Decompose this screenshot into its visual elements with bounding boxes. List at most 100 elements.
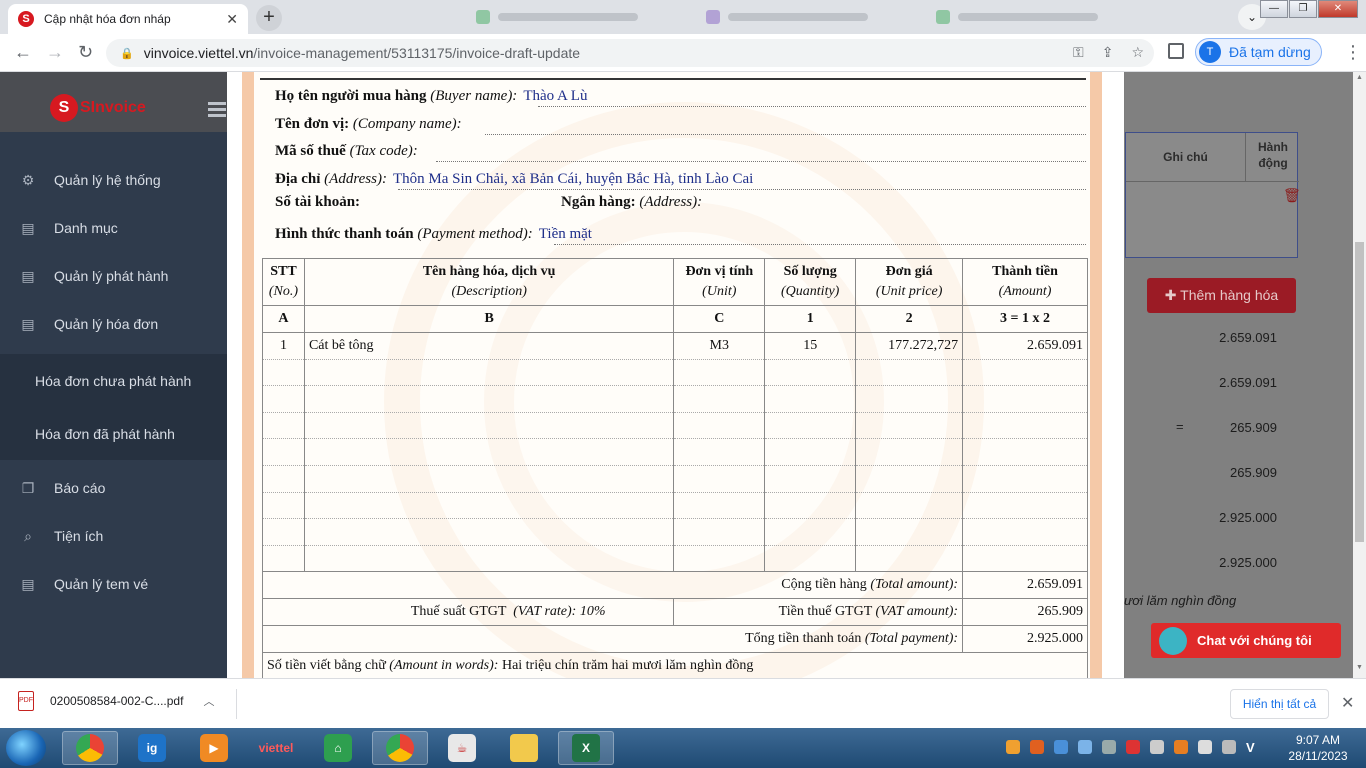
hamburger-menu-icon[interactable] — [208, 102, 226, 120]
cell-amount — [962, 411, 1088, 440]
tray-app-icon[interactable] — [1054, 740, 1068, 754]
profile-label: Đã tạm dừng — [1229, 44, 1311, 60]
avatar: T — [1199, 41, 1221, 63]
cell-unit-price — [855, 464, 964, 493]
share-icon[interactable]: ⇪ — [1102, 44, 1114, 61]
viettel-taskbar-icon[interactable]: viettel — [248, 731, 304, 765]
page-scrollbar[interactable]: ▲ ▼ — [1353, 72, 1366, 678]
show-all-downloads-button[interactable]: Hiển thị tất cả — [1230, 689, 1329, 719]
sidebar-item-system[interactable]: ⚙ Quản lý hệ thống — [0, 160, 227, 200]
list-icon: ▤ — [21, 220, 35, 236]
cell-description — [303, 518, 675, 546]
window-close-button[interactable]: ✕ — [1318, 0, 1358, 18]
scroll-up-icon[interactable]: ▲ — [1356, 74, 1363, 81]
tab-background-2[interactable] — [706, 8, 906, 26]
column-header-quantity: Số lượng (Quantity) — [764, 258, 857, 306]
cell-unit-price — [855, 385, 964, 413]
forward-icon[interactable]: → — [46, 42, 64, 63]
scrollbar-thumb[interactable] — [1355, 242, 1364, 542]
tab-active[interactable]: S Cập nhật hóa đơn nháp ✕ — [8, 4, 248, 34]
sidebar-item-invoices[interactable]: ▤ Quản lý hóa đơn — [0, 304, 227, 344]
sidebar-item-released-invoices[interactable]: Hóa đơn đã phát hành — [0, 414, 227, 454]
tab-background-3[interactable] — [936, 8, 1136, 26]
close-icon[interactable]: ✕ — [226, 11, 238, 28]
scroll-down-icon[interactable]: ▼ — [1356, 664, 1363, 671]
background-total-value: 2.659.091 — [1219, 375, 1277, 390]
tray-app-icon[interactable] — [1078, 740, 1092, 754]
cell-description — [303, 544, 675, 573]
cell-description — [303, 438, 675, 466]
cell-unit-price — [855, 411, 964, 440]
sidebar-item-catalog[interactable]: ▤ Danh mục — [0, 208, 227, 248]
tray-app-icon[interactable] — [1030, 740, 1044, 754]
cell-quantity — [764, 385, 857, 413]
shield-icon[interactable] — [1174, 740, 1188, 754]
side-panel-icon[interactable] — [1168, 43, 1184, 59]
start-button[interactable] — [6, 730, 46, 766]
more-menu-icon[interactable]: ⋮ — [1344, 42, 1362, 63]
cell-unit — [673, 385, 766, 413]
sidebar-item-tickets[interactable]: ▤ Quản lý tem vé — [0, 564, 227, 604]
language-indicator[interactable]: V — [1246, 740, 1255, 755]
sidebar-item-reports[interactable]: ❐ Báo cáo — [0, 468, 227, 508]
lock-icon[interactable]: 🔒 — [120, 47, 134, 60]
excel-taskbar-icon[interactable]: X — [558, 731, 614, 765]
ig-taskbar-icon[interactable]: ig — [124, 731, 180, 765]
sidebar-item-label: Quản lý hóa đơn — [54, 316, 159, 332]
tray-app-icon[interactable] — [1006, 740, 1020, 754]
new-tab-button[interactable]: + — [256, 5, 282, 31]
cell-quantity — [764, 491, 857, 520]
bluetooth-icon[interactable] — [1102, 740, 1116, 754]
home-app-taskbar-icon[interactable]: ⌂ — [310, 731, 366, 765]
table-row — [262, 491, 1088, 520]
tray-app-icon[interactable] — [1126, 740, 1140, 754]
total-payment-row: Tổng tiền thanh toán (Total payment): 2.… — [261, 625, 1088, 654]
java-taskbar-icon[interactable]: ☕ — [434, 731, 490, 765]
list-icon: ▤ — [21, 268, 35, 284]
reload-icon[interactable]: ↻ — [78, 42, 93, 63]
cell-unit-price: 177.272,727 — [855, 332, 964, 360]
sidebar-item-release[interactable]: ▤ Quản lý phát hành — [0, 256, 227, 296]
address-bar: ← → ↻ 🔒 vinvoice.viettel.vn /invoice-man… — [0, 34, 1366, 72]
network-icon[interactable] — [1198, 740, 1212, 754]
cell-amount — [962, 358, 1088, 387]
maximize-button[interactable]: ❐ — [1289, 0, 1317, 18]
cell-no — [262, 411, 305, 440]
key-icon[interactable]: ⚿ — [1073, 44, 1084, 61]
trash-icon[interactable]: 🗑 — [1283, 187, 1301, 204]
browser-tab-strip: S Cập nhật hóa đơn nháp ✕ + ⌄ — ❐ ✕ — [0, 0, 1366, 34]
media-player-taskbar-icon[interactable]: ▶ — [186, 731, 242, 765]
clock[interactable]: 9:07 AM 28/11/2023 — [1283, 732, 1353, 764]
tray-app-icon[interactable] — [1150, 740, 1164, 754]
sidebar-item-utilities[interactable]: ⌕ Tiện ích — [0, 516, 227, 556]
column-header-note: Ghi chú — [1126, 133, 1246, 181]
column-header-unit-price: Đơn giá (Unit price) — [855, 258, 964, 306]
chrome-profile-taskbar-icon[interactable] — [372, 731, 428, 765]
background-amount-words: ươi lăm nghìn đồng — [1124, 593, 1237, 608]
url-input[interactable]: 🔒 vinvoice.viettel.vn /invoice-managemen… — [106, 39, 1154, 67]
background-items-table: Ghi chú Hành động 🗑 — [1125, 132, 1301, 258]
minimize-button[interactable]: — — [1260, 0, 1288, 18]
table-row — [262, 411, 1088, 440]
background-total-value: 2.659.091 — [1219, 330, 1277, 345]
cell-unit — [673, 491, 766, 520]
back-icon[interactable]: ← — [14, 42, 32, 63]
sidebar-item-label: Quản lý phát hành — [54, 268, 169, 284]
close-icon[interactable]: ✕ — [1341, 693, 1354, 713]
vat-amount-value: 265.909 — [962, 598, 1088, 627]
chrome-taskbar-icon[interactable] — [62, 731, 118, 765]
vat-rate-value: 10% — [579, 604, 606, 620]
chat-button[interactable]: Chat với chúng tôi — [1151, 623, 1341, 658]
bookmark-star-icon[interactable]: ☆ — [1131, 44, 1144, 61]
profile-button[interactable]: T Đã tạm dừng — [1195, 38, 1322, 66]
sidebar-item-unreleased-invoices[interactable]: Hóa đơn chưa phát hành — [0, 361, 227, 401]
chevron-up-icon[interactable]: ︿ — [203, 693, 214, 709]
download-item[interactable]: PDF 0200508584-002-C....pdf ︿ — [18, 691, 214, 711]
total-payment-value: 2.925.000 — [962, 625, 1088, 654]
add-item-button[interactable]: ✚ Thêm hàng hóa — [1147, 278, 1296, 313]
tab-background-1[interactable] — [476, 8, 676, 26]
signal-icon[interactable] — [1222, 740, 1236, 754]
vat-row: Thuế suất GTGT (VAT rate): 10% Tiền thuế… — [261, 598, 1088, 627]
folder-taskbar-icon[interactable] — [496, 731, 552, 765]
url-path: /invoice-management/53113175/invoice-dra… — [253, 45, 581, 61]
